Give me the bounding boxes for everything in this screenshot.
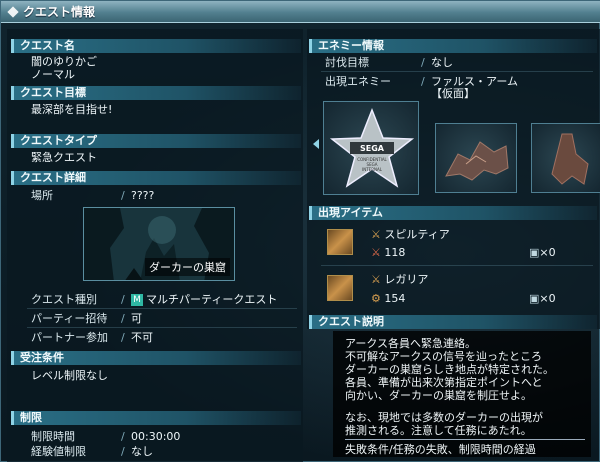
quest-kind-value: M マルチパーティークエスト	[131, 293, 277, 307]
window-title: クエスト情報	[23, 5, 96, 19]
row-divider	[321, 71, 593, 72]
quest-info-window: クエスト情報 クエスト名 闇のゆりかご ノーマル クエスト目標 最深部を目指せ!…	[0, 0, 600, 462]
partner-join-value: 不可	[131, 331, 153, 344]
target-value: なし	[431, 56, 453, 69]
quest-type-text: 緊急クエスト	[31, 151, 97, 164]
star-emblem-icon: SEGA CONFIDENTIAL SEGA INTERNAL	[329, 107, 415, 188]
enemy-card-mask[interactable]	[531, 123, 600, 193]
quest-kind-label: クエスト種別	[31, 293, 97, 306]
quest-objective-text: 最深部を目指せ!	[31, 103, 113, 116]
separator: /	[121, 430, 125, 443]
separator: /	[121, 445, 125, 458]
limits-header: 制限	[11, 411, 301, 425]
separator: /	[421, 75, 425, 88]
quest-name-header: クエスト名	[11, 39, 301, 53]
enemy-silhouette-icon	[551, 133, 589, 185]
description-divider	[345, 439, 585, 440]
separator: /	[121, 189, 125, 202]
description-header: クエスト説明	[309, 315, 597, 329]
appearing-enemy-value-2: 【仮面】	[431, 87, 475, 100]
row-divider	[27, 308, 297, 309]
item-name-2: ⚔ レガリア	[371, 273, 429, 286]
quest-type-header: クエストタイプ	[11, 134, 301, 148]
exp-limit-value: なし	[131, 445, 153, 458]
enemy-silhouette-icon	[445, 141, 509, 181]
row-divider	[321, 265, 593, 266]
multi-party-icon: M	[131, 294, 143, 306]
item-stat-2: ⚙ 154	[371, 292, 406, 305]
quest-objective-header: クエスト目標	[11, 86, 301, 100]
enemy-card-emblem[interactable]: SEGA CONFIDENTIAL SEGA INTERNAL	[323, 101, 419, 195]
quest-name: 闇のゆりかご	[31, 55, 97, 68]
quest-kind-text: マルチパーティークエスト	[146, 293, 278, 306]
area-image-caption: ダーカーの巣窟	[145, 258, 230, 276]
description-line: 推測される。注意して任務にあたれ。	[345, 424, 532, 437]
party-invite-value: 可	[131, 312, 142, 325]
time-limit-value: 00:30:00	[131, 430, 181, 443]
time-limit-label: 制限時間	[31, 430, 75, 443]
window-titlebar[interactable]: クエスト情報	[1, 1, 600, 23]
order-conditions-text: レベル制限なし	[31, 369, 108, 382]
appearing-enemy-label: 出現エネミー	[325, 75, 391, 88]
separator: /	[121, 293, 125, 306]
description-line: 不可解なアークスの信号を辿ったところ	[345, 350, 543, 363]
row-divider	[27, 327, 297, 328]
separator: /	[121, 331, 125, 344]
separator: /	[121, 312, 125, 325]
description-line: 各員、準備が出来次第指定ポイントへと	[345, 376, 543, 389]
enemy-info-header: エネミー情報	[309, 39, 597, 53]
exp-limit-label: 経験値制限	[31, 445, 86, 458]
target-label: 討伐目標	[325, 56, 369, 69]
location-value: ????	[131, 189, 155, 202]
item-icon-spirtia[interactable]	[327, 229, 353, 255]
failure-conditions: 失敗条件/任務の失敗、制限時間の経過	[345, 443, 536, 456]
partner-join-label: パートナー参加	[31, 331, 108, 344]
location-label: 場所	[31, 189, 53, 202]
quest-difficulty: ノーマル	[31, 68, 75, 81]
window-diamond-icon	[7, 5, 19, 18]
description-box: アークス各員へ緊急連絡。 不可解なアークスの信号を辿ったところ ダーカーの巣窟ら…	[333, 331, 591, 457]
emblem-text-4: INTERNAL	[362, 167, 383, 172]
party-invite-label: パーティー招待	[31, 312, 108, 325]
enemy-card-falz-arm[interactable]	[435, 123, 517, 193]
area-image: ダーカーの巣窟	[83, 207, 235, 281]
order-conditions-header: 受注条件	[11, 351, 301, 365]
description-line: 向かい、ダーカーの巣窟を制圧せよ。	[345, 389, 532, 402]
item-stat-1: ⚔ 118	[371, 246, 406, 259]
description-line: なお、現地では多数のダーカーの出現が	[345, 411, 543, 424]
description-line: アークス各員へ緊急連絡。	[345, 337, 477, 350]
description-line: ダーカーの巣窟らしき地点が特定された。	[345, 363, 554, 376]
separator: /	[421, 56, 425, 69]
quest-details-header: クエスト詳細	[11, 171, 301, 185]
emblem-text-1: SEGA	[360, 144, 385, 153]
item-count-1: ▣×0	[529, 246, 556, 259]
item-icon-regalia[interactable]	[327, 275, 353, 301]
items-header: 出現アイテム	[309, 206, 597, 220]
scroll-left-arrow-icon[interactable]	[313, 139, 319, 149]
item-name-1: ⚔ スピルティア	[371, 228, 450, 241]
item-count-2: ▣×0	[529, 292, 556, 305]
